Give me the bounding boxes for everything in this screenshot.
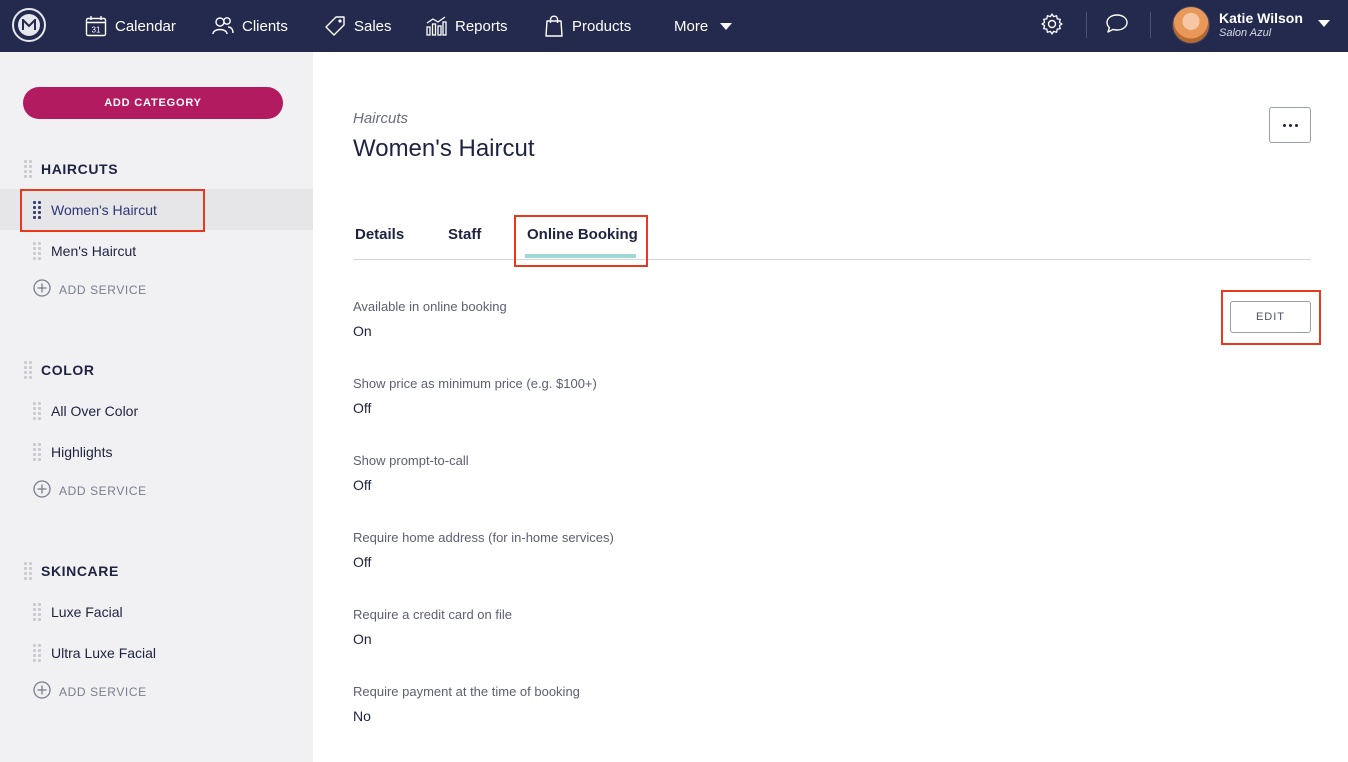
add-service-button[interactable]: ADD SERVICE (33, 680, 147, 704)
nav-clients[interactable]: Clients (212, 0, 288, 52)
add-category-button[interactable]: ADD CATEGORY (23, 87, 283, 119)
add-service-button[interactable]: ADD SERVICE (33, 479, 147, 503)
sidebar-item-luxe-facial[interactable]: Luxe Facial (0, 591, 313, 632)
drag-handle-icon[interactable] (24, 562, 32, 580)
drag-handle-icon[interactable] (24, 160, 32, 178)
sidebar: ADD CATEGORY HAIRCUTS Women's Haircut Me… (0, 52, 313, 762)
tab-staff[interactable]: Staff (448, 226, 481, 243)
add-service-button[interactable]: ADD SERVICE (33, 278, 147, 302)
sidebar-item-womens-haircut[interactable]: Women's Haircut (0, 189, 313, 230)
category-title: SKINCARE (41, 563, 119, 579)
field-value: On (353, 323, 372, 339)
service-label: Ultra Luxe Facial (51, 644, 157, 661)
shopping-bag-icon (544, 15, 564, 37)
field-label: Require payment at the time of booking (353, 684, 580, 699)
service-label: All Over Color (51, 402, 139, 419)
nav-clients-label: Clients (242, 17, 288, 35)
nav-more-label: More (674, 17, 709, 35)
app-logo[interactable] (12, 8, 46, 42)
chevron-down-icon (1318, 20, 1330, 27)
field-label: Show price as minimum price (e.g. $100+) (353, 376, 597, 391)
field-label: Available in online booking (353, 299, 507, 314)
field-label: Show prompt-to-call (353, 453, 469, 468)
nav-products-label: Products (572, 17, 632, 35)
nav-calendar-label: Calendar (115, 17, 176, 35)
field-value: On (353, 631, 372, 647)
category-header-haircuts[interactable]: HAIRCUTS (0, 157, 313, 181)
gear-icon (1040, 12, 1064, 41)
service-label: Women's Haircut (51, 201, 157, 218)
drag-handle-icon[interactable] (33, 643, 41, 662)
plus-circle-icon (33, 278, 51, 302)
tab-online-booking[interactable]: Online Booking (527, 226, 638, 243)
category-header-color[interactable]: COLOR (0, 358, 313, 382)
nav-sales-label: Sales (354, 17, 392, 35)
nav-reports[interactable]: Reports (425, 0, 508, 52)
category-title: COLOR (41, 362, 95, 378)
nav-reports-label: Reports (455, 17, 508, 35)
chat-bubble-icon (1105, 13, 1129, 40)
category-header-skincare[interactable]: SKINCARE (0, 559, 313, 583)
user-salon-name: Salon Azul (1219, 27, 1272, 39)
user-name[interactable]: Katie Wilson (1219, 10, 1303, 26)
drag-handle-icon[interactable] (33, 200, 41, 219)
ellipsis-icon (1282, 123, 1298, 127)
calendar-icon: 31 (85, 15, 107, 37)
more-options-button[interactable] (1269, 107, 1311, 143)
tabs-divider (353, 259, 1311, 260)
field-value: Off (353, 477, 372, 493)
sidebar-item-mens-haircut[interactable]: Men's Haircut (0, 230, 313, 271)
messages-button[interactable] (1101, 0, 1133, 52)
drag-handle-icon[interactable] (33, 442, 41, 461)
calendar-day-number: 31 (92, 26, 101, 35)
nav-divider (1086, 12, 1087, 38)
user-menu-toggle[interactable] (1314, 20, 1330, 27)
field-value: No (353, 708, 371, 724)
add-service-label: ADD SERVICE (59, 685, 147, 699)
sidebar-item-highlights[interactable]: Highlights (0, 431, 313, 472)
plus-circle-icon (33, 479, 51, 503)
field-label: Require home address (for in-home servic… (353, 530, 614, 545)
nav-sales[interactable]: Sales (324, 0, 392, 52)
nav-calendar[interactable]: 31 Calendar (85, 0, 176, 52)
nav-products[interactable]: Products (544, 0, 631, 52)
logo-mark (18, 14, 40, 36)
page-title: Women's Haircut (353, 135, 535, 162)
add-service-label: ADD SERVICE (59, 283, 147, 297)
edit-button[interactable]: EDIT (1230, 301, 1311, 333)
service-label: Men's Haircut (51, 242, 137, 259)
nav-more-menu[interactable]: More (674, 0, 733, 52)
avatar[interactable] (1172, 6, 1210, 44)
sidebar-item-ultra-luxe-facial[interactable]: Ultra Luxe Facial (0, 632, 313, 673)
field-label: Require a credit card on file (353, 607, 512, 622)
nav-divider (1150, 12, 1151, 38)
drag-handle-icon[interactable] (33, 241, 41, 260)
chevron-down-icon (720, 22, 733, 30)
drag-handle-icon[interactable] (24, 361, 32, 379)
drag-handle-icon[interactable] (33, 401, 41, 420)
service-label: Highlights (51, 443, 113, 460)
category-title: HAIRCUTS (41, 161, 119, 177)
add-service-label: ADD SERVICE (59, 484, 147, 498)
service-label: Luxe Facial (51, 603, 123, 620)
tag-icon (324, 15, 346, 37)
bar-chart-icon (425, 15, 447, 37)
top-navigation-bar: 31 Calendar Clients Sales Reports Produc… (0, 0, 1348, 52)
field-value: Off (353, 554, 372, 570)
drag-handle-icon[interactable] (33, 602, 41, 621)
field-value: Off (353, 400, 372, 416)
sidebar-item-all-over-color[interactable]: All Over Color (0, 390, 313, 431)
settings-button[interactable] (1036, 0, 1068, 52)
breadcrumb[interactable]: Haircuts (353, 110, 408, 127)
active-tab-indicator (525, 254, 636, 258)
plus-circle-icon (33, 680, 51, 704)
tab-details[interactable]: Details (355, 226, 404, 243)
clients-icon (212, 16, 234, 36)
